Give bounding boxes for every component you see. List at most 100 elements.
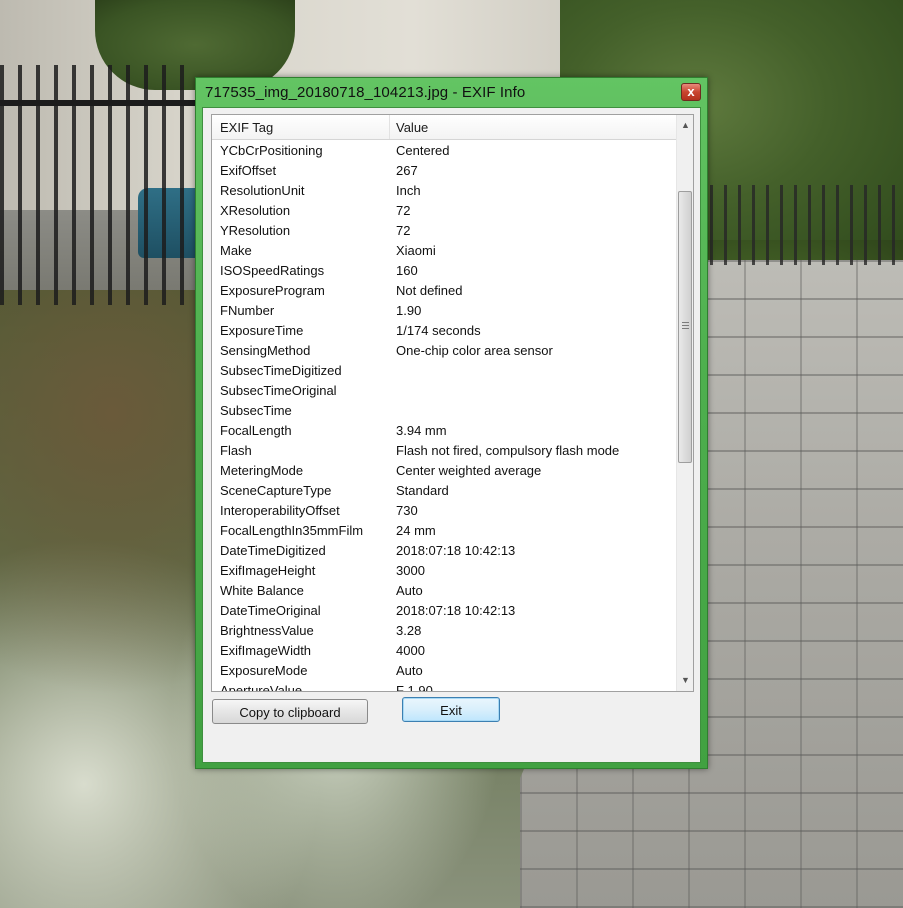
table-row[interactable]: ExposureProgram Not defined bbox=[212, 281, 676, 301]
exif-tag-cell: YCbCrPositioning bbox=[220, 143, 323, 158]
table-row[interactable]: SubsecTime bbox=[212, 401, 676, 421]
table-row[interactable]: ApertureValue F 1.90 bbox=[212, 681, 676, 691]
exif-tag-cell: DateTimeDigitized bbox=[220, 543, 326, 558]
exif-value-cell: 24 mm bbox=[396, 523, 436, 538]
exif-tag-cell: Flash bbox=[220, 443, 252, 458]
exif-info-window: 717535_img_20180718_104213.jpg - EXIF In… bbox=[195, 77, 708, 769]
table-row[interactable]: Flash Flash not fired, compulsory flash m… bbox=[212, 441, 676, 461]
list-rows: YCbCrPositioning Centered ExifOffset 267 Res… bbox=[212, 141, 676, 691]
list-header: EXIF Tag Value bbox=[212, 115, 676, 140]
close-button[interactable]: x bbox=[681, 83, 701, 101]
exif-tag-cell: SceneCaptureType bbox=[220, 483, 332, 498]
table-row[interactable]: DateTimeOriginal 2018:07:18 10:42:13 bbox=[212, 601, 676, 621]
exif-tag-cell: XResolution bbox=[220, 203, 291, 218]
copy-to-clipboard-button[interactable]: Copy to clipboard bbox=[212, 699, 368, 724]
exif-value-cell: 3.94 mm bbox=[396, 423, 447, 438]
table-row[interactable]: BrightnessValue 3.28 bbox=[212, 621, 676, 641]
exif-value-cell: 3.28 bbox=[396, 623, 422, 638]
exif-value-cell: 160 bbox=[396, 263, 418, 278]
table-row[interactable]: White Balance Auto bbox=[212, 581, 676, 601]
exif-tag-cell: BrightnessValue bbox=[220, 623, 314, 638]
table-row[interactable]: SensingMethod One-chip color area sensor bbox=[212, 341, 676, 361]
exif-tag-cell: FocalLengthIn35mmFilm bbox=[220, 523, 364, 538]
title-bar[interactable]: 717535_img_20180718_104213.jpg - EXIF In… bbox=[196, 78, 707, 106]
background-fence-right bbox=[710, 185, 903, 265]
table-row[interactable]: FNumber 1.90 bbox=[212, 301, 676, 321]
table-row[interactable]: ExposureMode Auto bbox=[212, 661, 676, 681]
exif-tag-cell: ExposureTime bbox=[220, 323, 304, 338]
exif-value-cell: 3000 bbox=[396, 563, 425, 578]
table-row[interactable]: SceneCaptureType Standard bbox=[212, 481, 676, 501]
table-row[interactable]: ResolutionUnit Inch bbox=[212, 181, 676, 201]
exif-value-cell: Not defined bbox=[396, 283, 463, 298]
exif-value-cell: Auto bbox=[396, 583, 423, 598]
exif-tag-cell: SensingMethod bbox=[220, 343, 311, 358]
exif-value-cell: Inch bbox=[396, 183, 421, 198]
exif-value-cell: 1.90 bbox=[396, 303, 422, 318]
exif-value-cell: Xiaomi bbox=[396, 243, 436, 258]
table-row[interactable]: ExifImageWidth 4000 bbox=[212, 641, 676, 661]
table-row[interactable]: ExifOffset 267 bbox=[212, 161, 676, 181]
exif-tag-cell: Make bbox=[220, 243, 252, 258]
exit-button[interactable]: Exit bbox=[402, 697, 500, 722]
table-row[interactable]: YResolution 72 bbox=[212, 221, 676, 241]
exif-value-cell: Standard bbox=[396, 483, 449, 498]
scroll-down-arrow-icon[interactable]: ▼ bbox=[677, 672, 693, 689]
table-row[interactable]: FocalLength 3.94 mm bbox=[212, 421, 676, 441]
column-header-value[interactable]: Value bbox=[396, 120, 428, 135]
exif-tag-cell: YResolution bbox=[220, 223, 291, 238]
scroll-up-arrow-icon[interactable]: ▲ bbox=[677, 117, 693, 134]
exif-tag-cell: ExifImageWidth bbox=[220, 643, 312, 658]
table-row[interactable]: SubsecTimeDigitized bbox=[212, 361, 676, 381]
vertical-scrollbar[interactable]: ▲ ▼ bbox=[676, 115, 693, 691]
table-row[interactable]: XResolution 72 bbox=[212, 201, 676, 221]
exif-tag-cell: MeteringMode bbox=[220, 463, 304, 478]
table-row[interactable]: ExifImageHeight 3000 bbox=[212, 561, 676, 581]
exif-tag-cell: ResolutionUnit bbox=[220, 183, 305, 198]
exif-list-view[interactable]: EXIF Tag Value YCbCrPositioning Centered E… bbox=[211, 114, 694, 692]
exif-tag-cell: SubsecTime bbox=[220, 403, 292, 418]
exif-tag-cell: ExposureProgram bbox=[220, 283, 325, 298]
scrollbar-thumb[interactable] bbox=[678, 191, 692, 463]
exif-value-cell: Center weighted average bbox=[396, 463, 542, 478]
exif-value-cell: 2018:07:18 10:42:13 bbox=[396, 543, 516, 558]
exif-value-cell: One-chip color area sensor bbox=[396, 343, 553, 358]
exif-tag-cell: SubsecTimeDigitized bbox=[220, 363, 342, 378]
exif-value-cell: 267 bbox=[396, 163, 418, 178]
exif-value-cell: Auto bbox=[396, 663, 423, 678]
exif-value-cell: Centered bbox=[396, 143, 450, 158]
exif-tag-cell: ExposureMode bbox=[220, 663, 308, 678]
column-header-exif-tag[interactable]: EXIF Tag bbox=[220, 120, 273, 135]
table-row[interactable]: InteroperabilityOffset 730 bbox=[212, 501, 676, 521]
table-row[interactable]: MeteringMode Center weighted average bbox=[212, 461, 676, 481]
column-divider[interactable] bbox=[389, 115, 390, 139]
close-icon: x bbox=[687, 84, 695, 99]
exif-value-cell: 2018:07:18 10:42:13 bbox=[396, 603, 516, 618]
table-row[interactable]: YCbCrPositioning Centered bbox=[212, 141, 676, 161]
background-fence-rail bbox=[0, 100, 196, 106]
exif-tag-cell: InteroperabilityOffset bbox=[220, 503, 340, 518]
exif-tag-cell: ISOSpeedRatings bbox=[220, 263, 325, 278]
table-row[interactable]: DateTimeDigitized 2018:07:18 10:42:13 bbox=[212, 541, 676, 561]
exif-tag-cell: DateTimeOriginal bbox=[220, 603, 321, 618]
exif-tag-cell: SubsecTimeOriginal bbox=[220, 383, 337, 398]
table-row[interactable]: ExposureTime 1/174 seconds bbox=[212, 321, 676, 341]
table-row[interactable]: ISOSpeedRatings 160 bbox=[212, 261, 676, 281]
exif-tag-cell: ExifOffset bbox=[220, 163, 277, 178]
exif-value-cell: Flash not fired, compulsory flash mode bbox=[396, 443, 620, 458]
exif-tag-cell: ExifImageHeight bbox=[220, 563, 316, 578]
exif-tag-cell: FocalLength bbox=[220, 423, 292, 438]
exif-value-cell: 4000 bbox=[396, 643, 425, 658]
table-row[interactable]: FocalLengthIn35mmFilm 24 mm bbox=[212, 521, 676, 541]
table-row[interactable]: Make Xiaomi bbox=[212, 241, 676, 261]
exif-value-cell: F 1.90 bbox=[396, 683, 433, 691]
exif-tag-cell: ApertureValue bbox=[220, 683, 303, 691]
exif-value-cell: 72 bbox=[396, 223, 411, 238]
exif-tag-cell: FNumber bbox=[220, 303, 275, 318]
exif-value-cell: 1/174 seconds bbox=[396, 323, 481, 338]
table-row[interactable]: SubsecTimeOriginal bbox=[212, 381, 676, 401]
exif-value-cell: 72 bbox=[396, 203, 411, 218]
dialog-client-area: EXIF Tag Value YCbCrPositioning Centered E… bbox=[202, 107, 701, 763]
exif-tag-cell: White Balance bbox=[220, 583, 304, 598]
exif-value-cell: 730 bbox=[396, 503, 418, 518]
